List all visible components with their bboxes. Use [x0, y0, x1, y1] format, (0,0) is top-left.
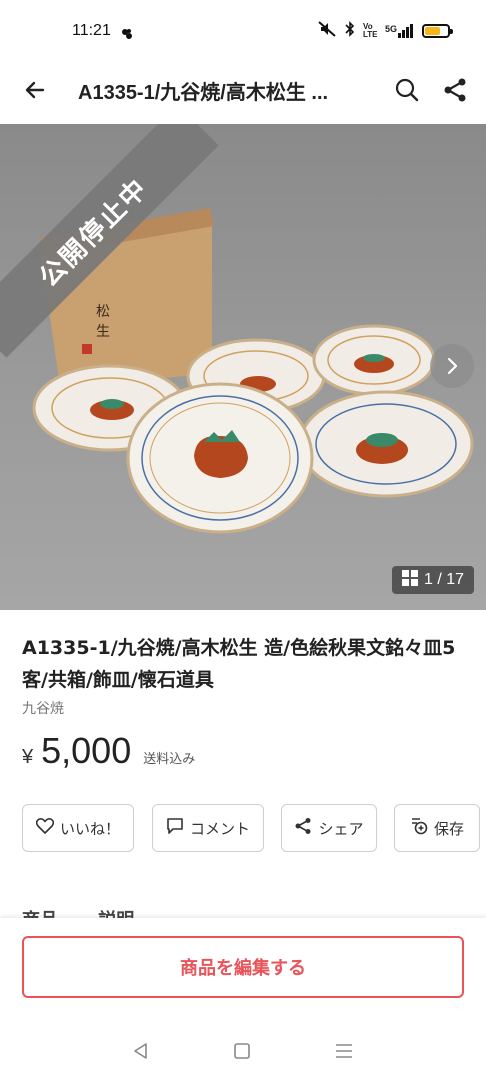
product-image[interactable]: 松 生 公開停止中 1 / 17 — [0, 124, 486, 610]
brand-link[interactable]: 九谷焼 — [22, 698, 64, 718]
product-photo: 松 生 — [32, 208, 474, 534]
arrow-left-icon[interactable] — [18, 73, 52, 107]
plate-front — [126, 382, 314, 534]
page-title: A1335-1/九谷焼/高木松生 ... — [78, 81, 329, 104]
share-icon — [294, 817, 312, 839]
notification-icon — [121, 25, 133, 39]
share-button[interactable]: シェア — [281, 804, 377, 852]
triangle-back-icon[interactable] — [132, 1042, 150, 1064]
image-counter-text: 1 / 17 — [423, 571, 464, 588]
grid-icon — [401, 569, 418, 591]
svg-text:生: 生 — [96, 324, 110, 340]
share-icon[interactable] — [438, 73, 472, 107]
action-buttons: いいね！ コメント シェア 保存 — [22, 804, 480, 852]
volte-icon: Vo LTE — [362, 22, 378, 39]
section-tabs: 商品 説明 — [22, 906, 462, 918]
mute-icon — [317, 21, 337, 41]
heart-icon — [35, 818, 55, 838]
battery-level — [425, 27, 441, 35]
shipping-label: 送料込み — [143, 752, 196, 767]
product-title: A1335-1/九谷焼/高木松生 造/色絵秋果文銘々皿5客/共箱/飾皿/懐石道具 — [22, 637, 456, 691]
svg-text:松: 松 — [96, 304, 110, 320]
chevron-right-icon[interactable] — [430, 344, 474, 388]
battery-icon — [422, 24, 453, 38]
save-label: 保存 — [433, 819, 464, 838]
like-label: いいね！ — [59, 819, 120, 838]
like-button[interactable]: いいね！ — [22, 804, 134, 852]
menu-lines-icon[interactable] — [334, 1042, 354, 1064]
image-counter: 1 / 17 — [391, 566, 474, 594]
plate-right-back — [312, 324, 436, 396]
price: 5,000 — [41, 730, 132, 771]
app-bar: A1335-1/九谷焼/高木松生 ... — [0, 62, 486, 118]
bottom-panel: 商品を編集する — [0, 918, 486, 1026]
edit-item-button[interactable]: 商品を編集する — [22, 936, 464, 998]
price-row: ¥ 5,000 送料込み — [22, 730, 195, 772]
plate-right-front — [298, 390, 474, 498]
save-button[interactable]: 保存 — [394, 804, 480, 852]
comment-label: コメント — [189, 819, 250, 838]
bluetooth-icon — [345, 21, 355, 41]
comment-button[interactable]: コメント — [152, 804, 264, 852]
status-bar: 11:21 Vo LTE 5G — [0, 0, 486, 62]
signal-icon: 5G — [385, 24, 414, 38]
square-home-icon[interactable] — [233, 1042, 251, 1064]
system-nav-bar — [0, 1026, 486, 1080]
tab-product[interactable]: 商品 — [22, 906, 58, 918]
currency-symbol: ¥ — [22, 746, 34, 768]
comment-icon — [166, 817, 184, 839]
tab-description[interactable]: 説明 — [98, 906, 134, 918]
network-label: 5G — [384, 24, 397, 34]
save-icon — [410, 817, 428, 839]
search-icon[interactable] — [390, 73, 424, 107]
share-label: シェア — [318, 819, 364, 838]
status-icons: Vo LTE 5G — [317, 21, 453, 41]
status-time: 11:21 — [72, 22, 111, 39]
